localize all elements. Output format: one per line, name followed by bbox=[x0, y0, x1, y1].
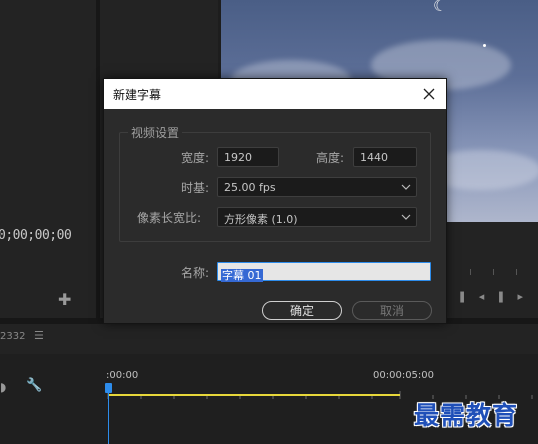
new-title-dialog: 新建字幕 视频设置 宽度: 1920 高度: 1440 时基: 25.00 fp… bbox=[103, 78, 447, 324]
close-icon bbox=[423, 88, 435, 100]
monitor-scrub-ticks bbox=[468, 260, 538, 275]
name-label: 名称: bbox=[181, 266, 210, 280]
close-button[interactable] bbox=[412, 79, 446, 109]
width-field[interactable]: 1920 bbox=[217, 147, 279, 167]
watermark-text: 最需教育 bbox=[414, 401, 519, 430]
playhead-line bbox=[107, 393, 109, 444]
video-settings-label: 视频设置 bbox=[128, 124, 183, 141]
timebase-value: 25.00 fps bbox=[224, 181, 276, 194]
source-timecode[interactable]: 0;00;00;00 bbox=[0, 228, 72, 243]
dialog-title: 新建字幕 bbox=[113, 88, 162, 102]
add-icon[interactable]: ✚ bbox=[58, 290, 71, 309]
name-value: 字幕 01 bbox=[221, 269, 263, 282]
chevron-down-icon bbox=[401, 214, 411, 220]
timebase-label: 时基: bbox=[181, 181, 210, 195]
height-field[interactable]: 1440 bbox=[353, 147, 417, 167]
timebase-select[interactable]: 25.00 fps bbox=[217, 177, 417, 197]
playhead-handle[interactable] bbox=[105, 383, 112, 393]
moon-icon: ☾ bbox=[433, 0, 448, 15]
timeline-ruler[interactable] bbox=[106, 384, 538, 399]
ruler-label-start: :00:00 bbox=[106, 370, 139, 381]
timeline-header bbox=[0, 324, 538, 354]
wrench-icon[interactable]: 🔧 bbox=[26, 378, 42, 393]
ok-button[interactable]: 确定 bbox=[262, 301, 342, 320]
play-back-icon[interactable]: ◂❚ bbox=[479, 290, 518, 303]
ruler-label-5s: 00:00:05:00 bbox=[373, 370, 435, 381]
project-panel bbox=[0, 0, 96, 318]
par-value: 方形像素 (1.0) bbox=[224, 213, 298, 226]
par-select[interactable]: 方形像素 (1.0) bbox=[217, 207, 417, 227]
work-area-bar[interactable] bbox=[108, 394, 400, 396]
chevron-down-icon bbox=[401, 184, 411, 190]
timeline-sequence-number: 2332 bbox=[0, 331, 26, 342]
play-icon[interactable]: ▸ bbox=[518, 290, 536, 303]
par-label: 像素长宽比: bbox=[137, 211, 202, 225]
dialog-titlebar[interactable]: 新建字幕 bbox=[104, 79, 446, 109]
width-label: 宽度: bbox=[181, 151, 210, 165]
menu-icon[interactable]: ☰ bbox=[34, 329, 44, 342]
cancel-button[interactable]: 取消 bbox=[352, 301, 432, 320]
star-dot bbox=[483, 44, 486, 47]
name-input[interactable]: 字幕 01 bbox=[217, 262, 431, 282]
transport-controls[interactable]: ◂❚◂❚▸ bbox=[440, 290, 535, 303]
height-label: 高度: bbox=[316, 151, 345, 165]
headset-icon[interactable]: ◗ bbox=[0, 380, 6, 394]
